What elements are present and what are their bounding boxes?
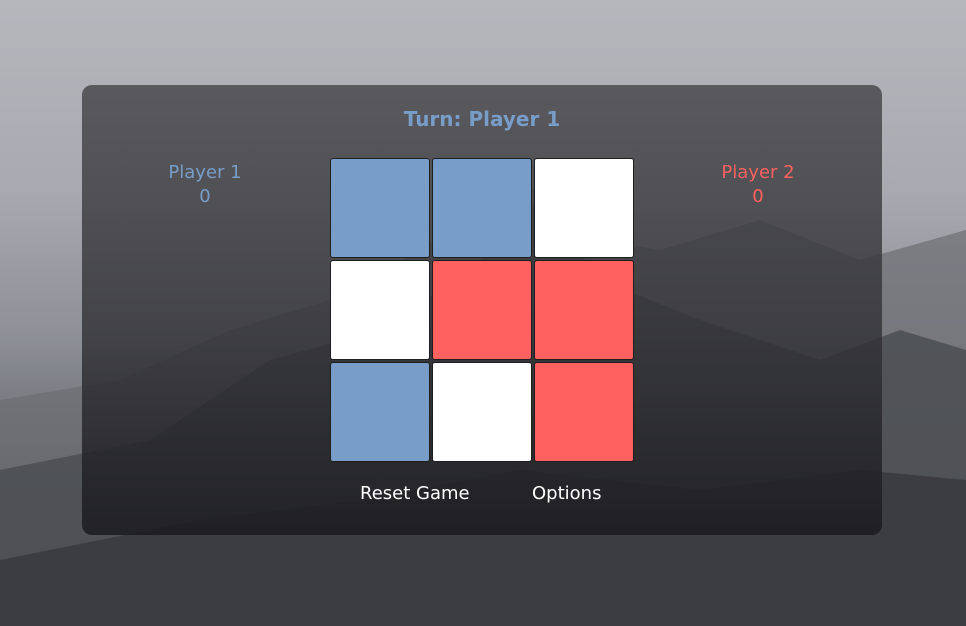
board-cell-2[interactable] [432, 158, 532, 258]
player1-score: 0 [199, 186, 211, 207]
player1-name: Player 1 [168, 162, 242, 183]
board-cell-7[interactable] [330, 362, 430, 462]
player1-scoreboard: Player 1 0 [125, 161, 285, 209]
game-panel: Turn: Player 1 Player 1 0 Player 2 0 Res… [82, 85, 882, 535]
board-cell-9[interactable] [534, 362, 634, 462]
board-cell-5[interactable] [432, 260, 532, 360]
game-board [330, 158, 634, 462]
board-cell-4[interactable] [330, 260, 430, 360]
player2-scoreboard: Player 2 0 [678, 161, 838, 209]
options-button[interactable]: Options [532, 483, 601, 504]
board-cell-8[interactable] [432, 362, 532, 462]
player2-score: 0 [752, 186, 764, 207]
board-cell-1[interactable] [330, 158, 430, 258]
player2-name: Player 2 [721, 162, 795, 183]
reset-game-button[interactable]: Reset Game [360, 483, 470, 504]
turn-indicator: Turn: Player 1 [403, 107, 561, 131]
board-cell-3[interactable] [534, 158, 634, 258]
board-cell-6[interactable] [534, 260, 634, 360]
